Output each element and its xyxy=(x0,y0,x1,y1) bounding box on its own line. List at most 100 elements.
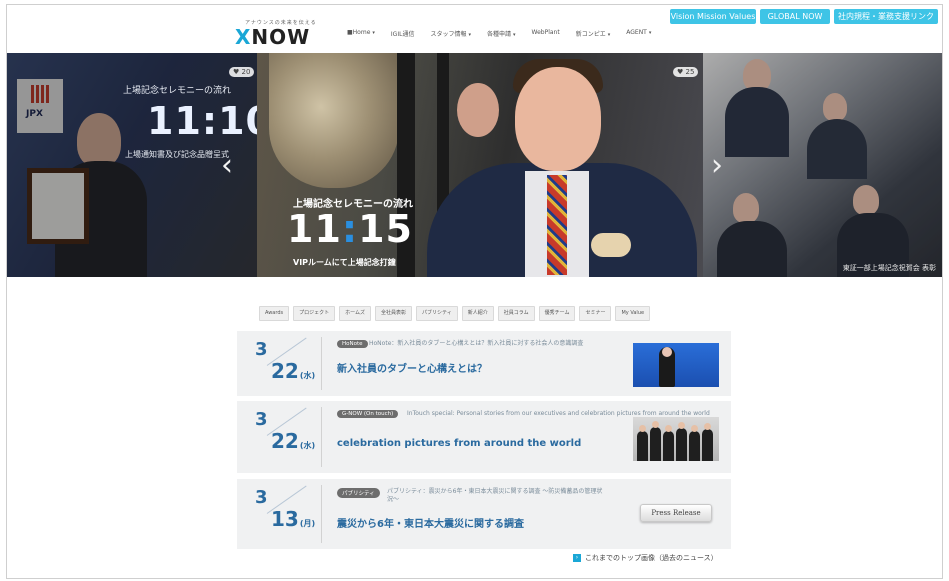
nav-staff[interactable]: スタッフ情報 ▾ xyxy=(422,29,479,38)
divider xyxy=(321,337,322,390)
tag-employee-awards[interactable]: 全社員表彰 xyxy=(375,306,413,321)
logo-x-mark: X xyxy=(235,25,252,49)
news-weekday: (水) xyxy=(299,441,316,450)
news-date: 3 22(水) xyxy=(237,401,321,473)
tag-new-staff[interactable]: 新人紹介 xyxy=(461,306,494,321)
news-item[interactable]: 3 22(水) HoNote HoNote：新入社員のタブーと心構えとは？新入社… xyxy=(237,331,731,396)
logo-wordmark: XNOW xyxy=(235,25,310,49)
slide-current[interactable]: 上場記念セレモニーの流れ 11:15 VIPルームにて上場記念打鐘 ♥ 25 xyxy=(257,53,703,277)
nav-igil[interactable]: IGIL通信 xyxy=(383,29,423,38)
news-day-number: 22 xyxy=(271,359,299,383)
global-now-link[interactable]: GLOBAL NOW xyxy=(760,9,830,24)
person-face xyxy=(678,422,685,429)
tag-project[interactable]: プロジェクト xyxy=(293,306,336,321)
news-headline[interactable]: 震災から6年・東日本大震災に関する調査 xyxy=(337,515,524,530)
nav-label: AGENT xyxy=(626,29,647,36)
internal-rules-link[interactable]: 社内規程・業務支援リンク xyxy=(834,9,938,24)
news-weekday: (水) xyxy=(299,371,316,380)
like-badge[interactable]: ♥ 20 xyxy=(229,67,255,77)
news-day-number: 13 xyxy=(271,507,299,531)
news-headline[interactable]: 新入社員のタブーと心構えとは？ xyxy=(337,360,487,375)
slide-previous[interactable]: JPX 上場記念セレモニーの流れ 11:10 上場通知書及び記念品贈呈式 ♥ 2… xyxy=(7,53,257,277)
time-hours: 11 xyxy=(287,207,342,251)
news-day-number: 22 xyxy=(271,429,299,453)
logo-name: NOW xyxy=(251,25,311,49)
nav-agent[interactable]: AGENT ▾ xyxy=(618,29,659,38)
person-photo xyxy=(637,431,648,461)
slide-overlay xyxy=(703,53,942,277)
nav-webplant[interactable]: WebPlant xyxy=(524,29,568,38)
hero-carousel[interactable]: JPX 上場記念セレモニーの流れ 11:10 上場通知書及び記念品贈呈式 ♥ 2… xyxy=(7,53,942,277)
chevron-down-icon: ▾ xyxy=(372,30,375,36)
chevron-left-icon[interactable]: ‹ xyxy=(221,148,233,183)
news-summary: パブリシティ：震災から6年・東日本大震災に関する調査 ～防災備蓄品の管理状況～ xyxy=(387,488,603,503)
person-tie xyxy=(547,175,567,275)
person-face xyxy=(515,67,601,171)
person-photo xyxy=(457,83,499,137)
news-item[interactable]: 3 22(水) G-NOW (On touch) InTouch special… xyxy=(237,401,731,473)
news-thumbnail[interactable] xyxy=(633,417,719,461)
person-face xyxy=(662,347,672,357)
person-face xyxy=(652,421,659,428)
nav-label: IGIL通信 xyxy=(390,31,415,38)
nav-applications[interactable]: 各種申請 ▾ xyxy=(479,29,524,38)
like-badge[interactable]: ♥ 25 xyxy=(673,67,699,77)
person-face xyxy=(704,423,711,430)
tag-column[interactable]: 社員コラム xyxy=(497,306,535,321)
mallet xyxy=(591,233,631,257)
nav-company[interactable]: 新コンピエ ▾ xyxy=(568,29,619,38)
person-photo xyxy=(702,429,713,461)
news-item[interactable]: 3 13(月) パブリシティ パブリシティ：震災から6年・東日本大震災に関する調… xyxy=(237,479,731,549)
nav-label: WebPlant xyxy=(531,29,560,36)
news-thumbnail[interactable]: Press Release xyxy=(633,491,719,535)
utility-links: Vision Mission Values GLOBAL NOW 社内規程・業務… xyxy=(670,9,938,24)
tag-seminar[interactable]: セミナー xyxy=(579,306,612,321)
vision-link[interactable]: Vision Mission Values xyxy=(670,9,756,24)
news-day: 22(水) xyxy=(271,359,315,383)
news-date: 3 13(月) xyxy=(237,479,321,549)
slide-subcaption: VIPルームにて上場記念打鐘 xyxy=(293,258,396,267)
news-month: 3 xyxy=(255,487,268,508)
news-weekday: (月) xyxy=(299,519,316,528)
bell-photo xyxy=(269,53,399,188)
news-month: 3 xyxy=(255,339,268,360)
nav-label: 新コンピエ xyxy=(575,31,606,38)
slide-caption: 東証一部上場記念祝賀会 表彰 xyxy=(842,264,936,272)
slide-next[interactable]: 東証一部上場記念祝賀会 表彰 › xyxy=(703,53,942,277)
tag-awards[interactable]: Awards xyxy=(259,306,290,321)
nav-label: ■Home xyxy=(347,29,371,36)
person-photo xyxy=(676,428,687,461)
time-colon: : xyxy=(341,207,359,251)
news-headline[interactable]: celebration pictures from around the wor… xyxy=(337,438,581,449)
news-day: 22(水) xyxy=(271,429,315,453)
nav-label: 各種申請 xyxy=(486,31,511,38)
person-photo xyxy=(689,431,700,461)
press-release-badge: Press Release xyxy=(640,504,712,522)
nav-label: スタッフ情報 xyxy=(430,31,467,38)
slide-caption: 上場記念セレモニーの流れ xyxy=(123,86,232,96)
main-nav: ■Home ▾ IGIL通信 スタッフ情報 ▾ 各種申請 ▾ WebPlant 新コン… xyxy=(339,29,659,38)
past-news-link[interactable]: › これまでのトップ画像（過去のニュース） xyxy=(573,553,718,563)
category-tags: Awards プロジェクト ホームズ 全社員表彰 パブリシティ 新人紹介 社員コ… xyxy=(259,306,651,321)
tag-publicity[interactable]: パブリシティ xyxy=(416,306,458,321)
news-date: 3 22(水) xyxy=(237,331,321,396)
news-category-badge: G-NOW (On touch) xyxy=(337,410,399,418)
arrow-right-icon: › xyxy=(573,554,581,562)
tag-team[interactable]: 優秀チーム xyxy=(538,306,576,321)
divider xyxy=(321,485,322,543)
chevron-right-icon[interactable]: › xyxy=(711,148,723,183)
news-thumbnail[interactable] xyxy=(633,343,719,387)
news-category-badge: パブリシティ xyxy=(337,488,380,498)
chevron-down-icon: ▾ xyxy=(607,32,611,38)
time-minutes: 15 xyxy=(358,207,413,251)
slide-time: 11:10 xyxy=(147,99,257,143)
past-news-label: これまでのトップ画像（過去のニュース） xyxy=(585,554,718,562)
nav-home[interactable]: ■Home ▾ xyxy=(339,29,383,38)
chevron-down-icon: ▾ xyxy=(648,30,652,36)
tag-my-value[interactable]: My Value xyxy=(615,306,651,321)
person-face xyxy=(639,425,646,432)
tag-homes[interactable]: ホームズ xyxy=(339,306,371,321)
person-face xyxy=(665,425,672,432)
news-month: 3 xyxy=(255,409,268,430)
news-day: 13(月) xyxy=(271,507,315,531)
